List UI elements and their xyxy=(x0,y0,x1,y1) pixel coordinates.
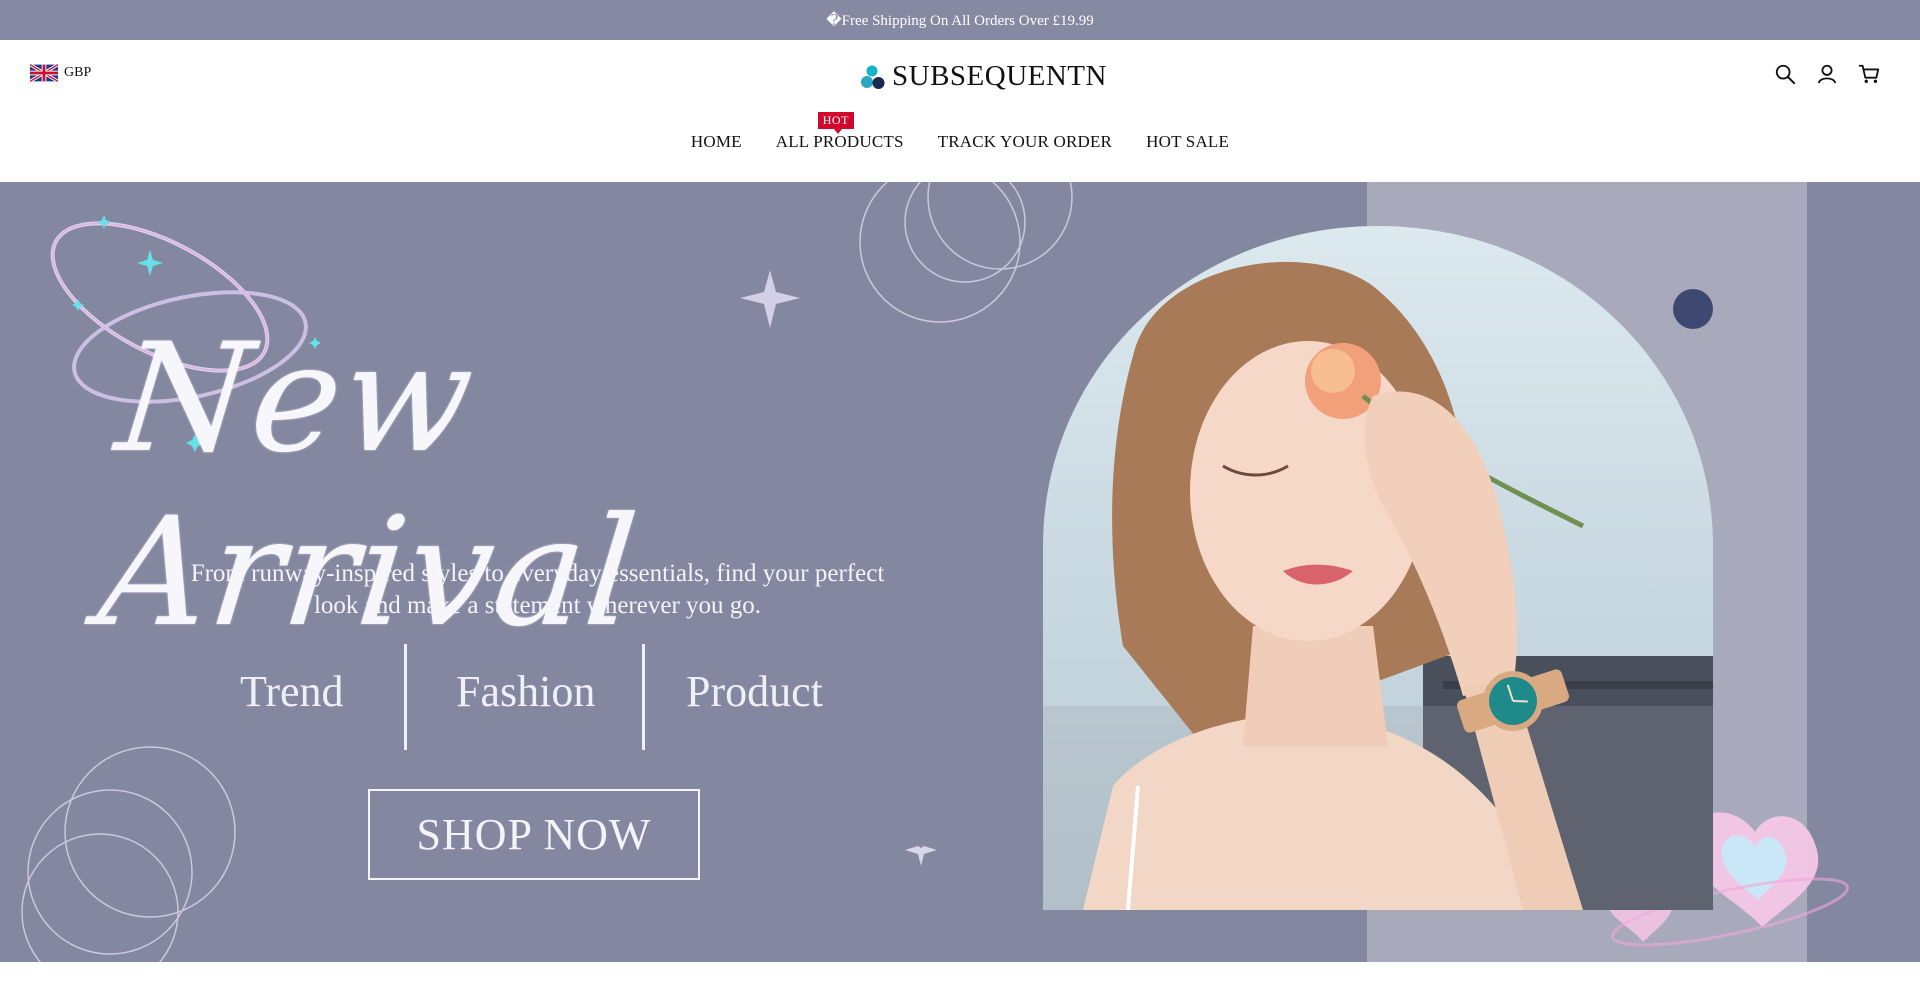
logo-mark-icon xyxy=(861,65,885,89)
shop-now-button[interactable]: SHOP NOW xyxy=(368,789,700,880)
accent-dot xyxy=(1673,289,1713,329)
tag-product: Product xyxy=(686,667,823,716)
nav-item-label: ALL PRODUCTS xyxy=(775,132,904,151)
hero-subtitle-line-1: From runway-inspired styles to everyday … xyxy=(190,560,885,587)
announcement-bar: �Free Shipping On All Orders Over £19.99 xyxy=(0,0,1920,40)
hero-tags: Trend Fashion Product xyxy=(0,644,1073,754)
hero-banner[interactable]: New Arrival From runway-inspired styles … xyxy=(0,182,1920,962)
tag-divider xyxy=(404,644,407,750)
logo[interactable]: SUBSEQUENTN xyxy=(860,60,1107,93)
search-icon[interactable] xyxy=(1774,62,1796,86)
tag-trend: Trend xyxy=(240,667,344,716)
nav-item-hot-sale[interactable]: HOT SALE xyxy=(1146,132,1229,152)
site-header: GBP SUBSEQUENTN HOME HOT ALL PRODUCTS TR… xyxy=(0,40,1920,182)
uk-flag-icon xyxy=(30,64,58,82)
user-icon[interactable] xyxy=(1816,62,1838,86)
announcement-text: �Free Shipping On All Orders Over £19.99 xyxy=(826,12,1094,29)
nav-item-home[interactable]: HOME xyxy=(691,132,742,152)
currency-selector[interactable]: GBP xyxy=(30,64,91,82)
hot-badge: HOT xyxy=(817,112,854,134)
tag-fashion: Fashion xyxy=(456,667,596,716)
hero-model-image xyxy=(1043,226,1713,910)
main-nav: HOME HOT ALL PRODUCTS TRACK YOUR ORDER H… xyxy=(0,112,1920,152)
hero-subtitle-line-2: look and make a statement wherever you g… xyxy=(313,592,762,619)
hero-subtitle: From runway-inspired styles to everyday … xyxy=(140,558,935,622)
currency-code: GBP xyxy=(64,65,92,80)
nav-item-all-products[interactable]: HOT ALL PRODUCTS xyxy=(775,112,904,152)
page-bottom-strip xyxy=(0,962,1920,993)
cart-icon[interactable] xyxy=(1858,62,1880,86)
nav-item-track-order[interactable]: TRACK YOUR ORDER xyxy=(938,132,1112,152)
logo-text: SUBSEQUENTN xyxy=(892,60,1107,92)
header-actions xyxy=(1774,62,1880,86)
tag-divider xyxy=(642,644,645,750)
